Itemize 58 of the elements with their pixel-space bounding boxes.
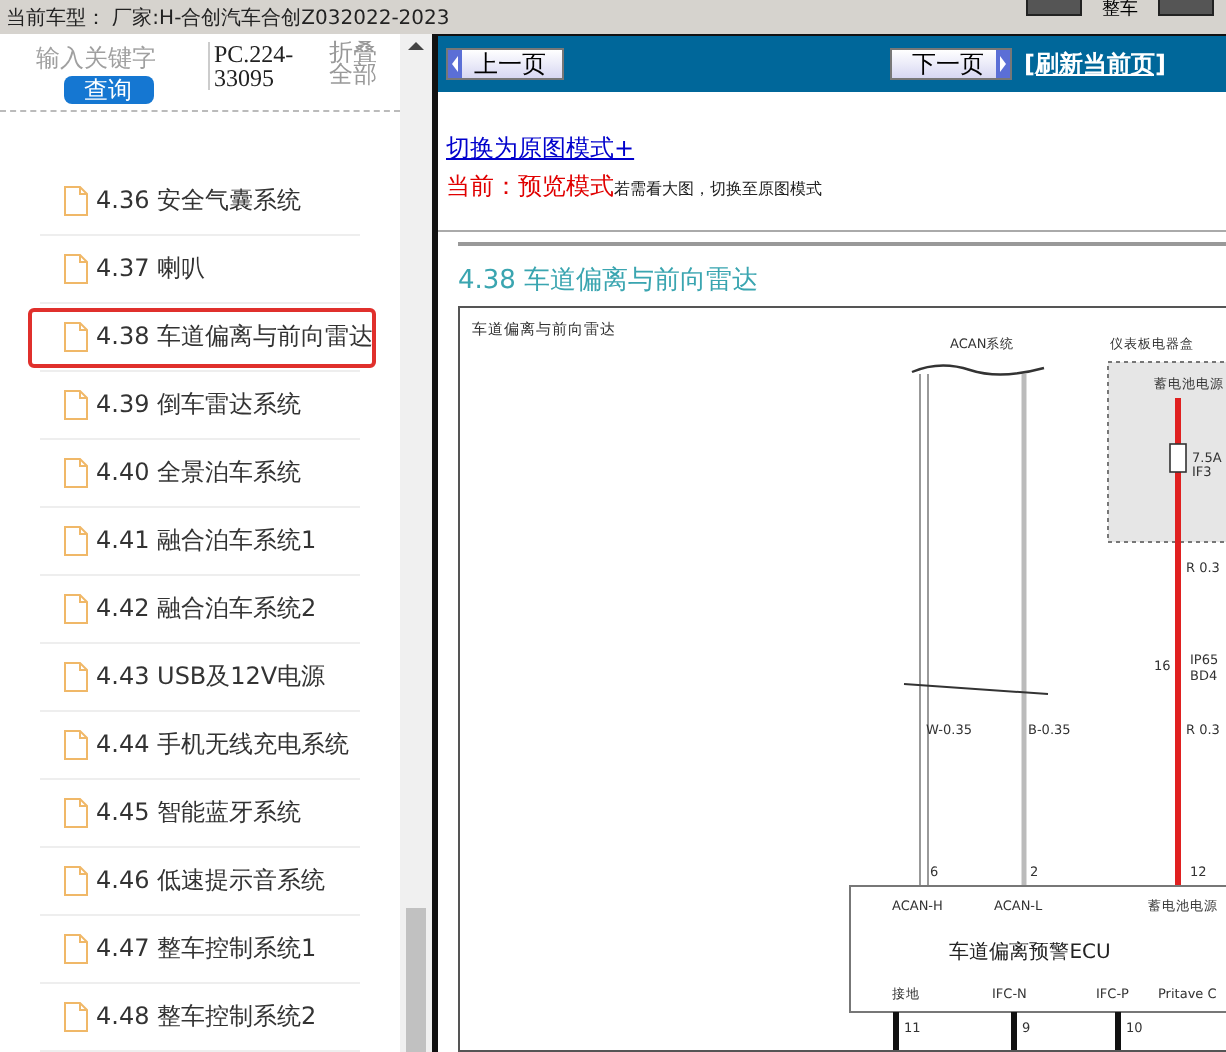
- tree-item[interactable]: 4.44 手机无线充电系统: [28, 715, 360, 775]
- document-icon: [64, 798, 88, 828]
- document-icon: [64, 322, 88, 352]
- next-page-button[interactable]: 下一页: [890, 48, 1013, 80]
- left-arrow-icon: [448, 50, 462, 78]
- refresh-link[interactable]: [刷新当前页]: [1024, 47, 1166, 81]
- item-label: 4.46 低速提示音系统: [96, 864, 326, 898]
- document-icon: [64, 1002, 88, 1032]
- search-button[interactable]: 查询: [63, 76, 153, 104]
- document-icon: [64, 186, 88, 216]
- toolbar-icon[interactable]: [1026, 0, 1082, 16]
- connector-wave: [911, 364, 1045, 376]
- item-label: 4.41 融合泊车系统1: [96, 524, 317, 558]
- tree-item[interactable]: 4.45 智能蓝牙系统: [28, 783, 360, 843]
- mode-status: 当前：预览模式: [446, 170, 614, 204]
- document-icon: [64, 526, 88, 556]
- document-icon: [64, 390, 88, 420]
- right-arrow-icon: [996, 50, 1011, 78]
- toolbar-icon[interactable]: [1158, 0, 1214, 16]
- item-label: 4.43 USB及12V电源: [96, 660, 326, 694]
- code-text: PC.224-33095: [208, 42, 305, 90]
- section-heading: 4.38 车道偏离与前向雷达: [458, 264, 761, 298]
- tree-item[interactable]: 4.38 车道偏离与前向雷达: [28, 307, 376, 367]
- tree-item[interactable]: 4.37 喇叭: [28, 239, 360, 299]
- item-label: 4.42 融合泊车系统2: [96, 592, 317, 626]
- document-icon: [64, 254, 88, 284]
- document-icon: [64, 866, 88, 896]
- fuse-icon: [1169, 443, 1187, 473]
- tree-item[interactable]: 4.48 整车控制系统2: [28, 987, 360, 1047]
- tree-item[interactable]: 4.39 倒车雷达系统: [28, 375, 360, 435]
- document-icon: [64, 594, 88, 624]
- document-icon: [64, 662, 88, 692]
- tree-item[interactable]: 4.40 全景泊车系统: [28, 443, 360, 503]
- tree-item[interactable]: 4.47 整车控制系统1: [28, 919, 360, 979]
- mode-hint: 若需看大图，切换至原图模式: [614, 178, 822, 200]
- mode-link[interactable]: 切换为原图模式+: [446, 132, 635, 166]
- tree-item[interactable]: 4.41 融合泊车系统1: [28, 511, 360, 571]
- document-icon: [64, 458, 88, 488]
- item-label: 4.48 整车控制系统2: [96, 1000, 317, 1034]
- document-icon: [64, 934, 88, 964]
- document-icon: [64, 730, 88, 760]
- scrollbar[interactable]: [400, 34, 432, 1052]
- item-label: 4.44 手机无线充电系统: [96, 728, 350, 762]
- item-label: 4.38 车道偏离与前向雷达: [96, 320, 374, 354]
- tree-item[interactable]: 4.36 安全气囊系统: [28, 171, 360, 231]
- tree-item[interactable]: 4.46 低速提示音系统: [28, 851, 360, 911]
- item-label: 4.47 整车控制系统1: [96, 932, 317, 966]
- item-label: 4.40 全景泊车系统: [96, 456, 302, 490]
- ecu-label: 车道偏离预警ECU: [949, 942, 1111, 964]
- tree-item[interactable]: 4.43 USB及12V电源: [28, 647, 360, 707]
- item-label: 4.45 智能蓝牙系统: [96, 796, 302, 830]
- tree-item[interactable]: 4.42 融合泊车系统2: [28, 579, 360, 639]
- prev-page-button[interactable]: 上一页: [446, 48, 564, 80]
- scroll-thumb[interactable]: [406, 908, 426, 1052]
- item-label: 4.37 喇叭: [96, 252, 206, 286]
- item-label: 4.39 倒车雷达系统: [96, 388, 302, 422]
- item-label: 4.36 安全气囊系统: [96, 184, 302, 218]
- vehicle-title: 当前车型： 厂家:H-合创汽车合创Z032022-2023: [6, 5, 450, 31]
